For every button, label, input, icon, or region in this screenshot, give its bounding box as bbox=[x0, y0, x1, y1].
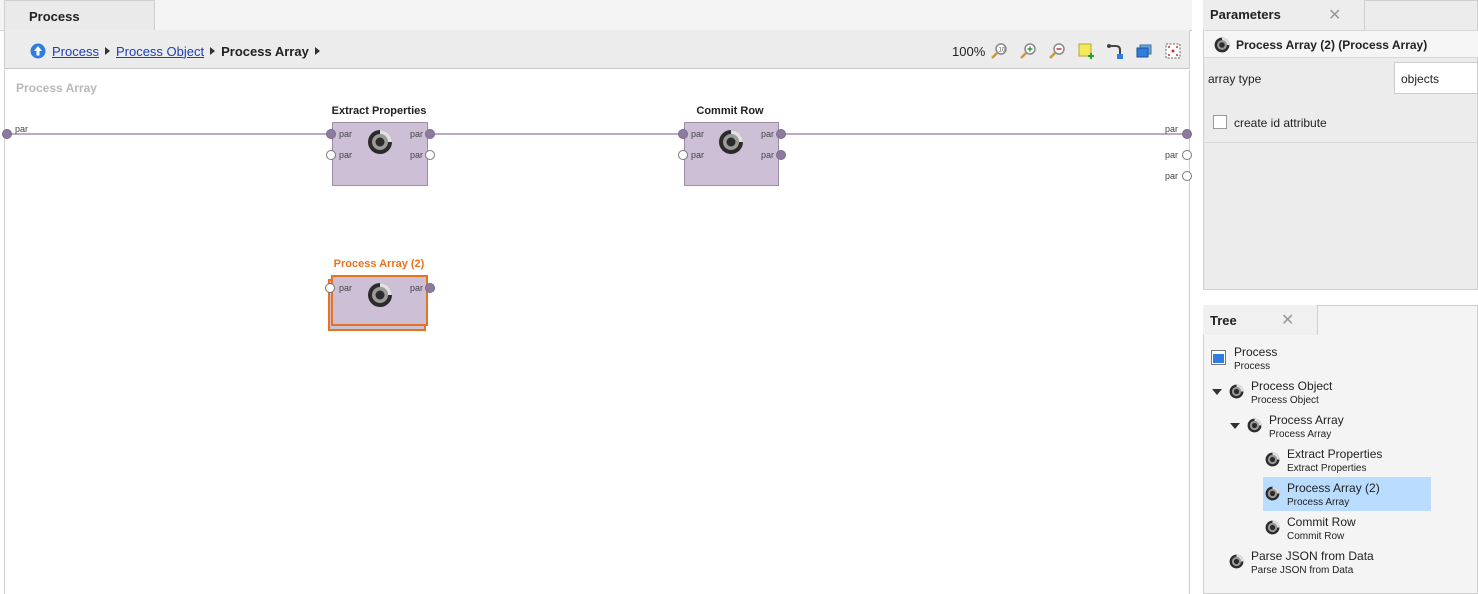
tree-item-subtitle: Process Array bbox=[1287, 497, 1350, 508]
operator-input-port[interactable] bbox=[325, 283, 335, 293]
port-label: par bbox=[761, 150, 775, 160]
port-label: par bbox=[410, 150, 424, 160]
array-type-label: array type bbox=[1208, 72, 1262, 86]
operator-gear-icon bbox=[1214, 37, 1230, 53]
tree-item-name: Process Object bbox=[1251, 379, 1333, 393]
port-label: par bbox=[1165, 124, 1179, 134]
operator-output-port[interactable] bbox=[776, 150, 786, 160]
operator-title-commit-row: Commit Row bbox=[696, 105, 764, 117]
port-label: par bbox=[1165, 150, 1179, 160]
operator-gear-icon bbox=[1265, 520, 1280, 535]
tree-item-subtitle: Commit Row bbox=[1287, 531, 1345, 542]
operator-gear-icon bbox=[1265, 452, 1280, 467]
operator-gear-icon bbox=[1229, 384, 1244, 399]
operator-output-port[interactable] bbox=[425, 150, 435, 160]
close-icon[interactable]: ✕ bbox=[1328, 5, 1341, 25]
port-label: par bbox=[15, 124, 29, 134]
operator-gear-icon bbox=[1247, 418, 1262, 433]
tree-item-name: Process Array bbox=[1269, 413, 1344, 427]
port-label: par bbox=[339, 283, 353, 293]
operator-gear-icon bbox=[368, 130, 392, 154]
process-icon bbox=[1211, 350, 1226, 365]
parameters-operator-name: Process Array (2) (Process Array) bbox=[1236, 38, 1428, 52]
process-output-port[interactable] bbox=[1182, 150, 1192, 160]
operator-output-port[interactable] bbox=[425, 129, 435, 139]
operator-output-port[interactable] bbox=[776, 129, 786, 139]
port-label: par bbox=[691, 129, 705, 139]
tree-item-process[interactable]: Process Process bbox=[1210, 345, 1410, 375]
port-label: par bbox=[691, 150, 705, 160]
tree-item-process-array[interactable]: Process Array Process Array bbox=[1246, 413, 1446, 443]
operator-input-port[interactable] bbox=[678, 150, 688, 160]
tree-item-name: Process Array (2) bbox=[1287, 481, 1380, 495]
operator-gear-icon bbox=[368, 283, 392, 307]
connection-lines bbox=[8, 133, 1184, 135]
array-type-select[interactable]: objects bbox=[1394, 62, 1478, 94]
tree-item-name: Parse JSON from Data bbox=[1251, 549, 1374, 563]
tree-item-process-object[interactable]: Process Object Process Object bbox=[1228, 379, 1428, 409]
operator-input-port[interactable] bbox=[678, 129, 688, 139]
parameters-tab-label: Parameters bbox=[1210, 7, 1281, 22]
port-label: par bbox=[410, 129, 424, 139]
operator-title-process-array-2: Process Array (2) bbox=[333, 258, 425, 270]
tree-item-subtitle: Parse JSON from Data bbox=[1251, 565, 1354, 576]
create-id-attribute-checkbox[interactable] bbox=[1213, 115, 1227, 129]
collapse-chevron-icon[interactable] bbox=[1212, 389, 1222, 395]
process-input-port[interactable] bbox=[2, 129, 12, 139]
create-id-attribute-label: create id attribute bbox=[1234, 116, 1327, 130]
port-label: par bbox=[1165, 171, 1179, 181]
tree-item-subtitle: Extract Properties bbox=[1287, 463, 1367, 474]
operator-title-extract-properties: Extract Properties bbox=[331, 105, 427, 117]
tree-item-subtitle: Process Object bbox=[1251, 395, 1319, 406]
parameters-header: Process Array (2) (Process Array) bbox=[1204, 30, 1478, 58]
collapse-chevron-icon[interactable] bbox=[1230, 423, 1240, 429]
tree-item-name: Extract Properties bbox=[1287, 447, 1383, 461]
tree-item-parse-json-from-data[interactable]: Parse JSON from Data Parse JSON from Dat… bbox=[1228, 549, 1428, 579]
operator-gear-icon bbox=[719, 130, 743, 154]
port-label: par bbox=[761, 129, 775, 139]
port-label: par bbox=[339, 150, 353, 160]
tab-parameters[interactable]: Parameters ✕ bbox=[1203, 0, 1365, 30]
process-output-port[interactable] bbox=[1182, 171, 1192, 181]
tree-item-subtitle: Process bbox=[1234, 361, 1271, 372]
tree-tab-label: Tree bbox=[1210, 313, 1237, 328]
operator-gear-icon bbox=[1229, 554, 1244, 569]
tree-item-name: Process bbox=[1234, 345, 1278, 359]
operator-input-port[interactable] bbox=[326, 150, 336, 160]
operator-gear-icon bbox=[1265, 486, 1280, 501]
port-label: par bbox=[410, 283, 424, 293]
operator-output-port[interactable] bbox=[425, 283, 435, 293]
port-label: par bbox=[339, 129, 353, 139]
process-output-port[interactable] bbox=[1182, 129, 1192, 139]
tree-item-extract-properties[interactable]: Extract Properties Extract Properties bbox=[1264, 447, 1430, 477]
tree-item-commit-row[interactable]: Commit Row Commit Row bbox=[1264, 515, 1430, 545]
close-icon[interactable]: ✕ bbox=[1281, 310, 1294, 330]
tree-item-name: Commit Row bbox=[1287, 515, 1356, 529]
tree-item-process-array-2[interactable]: Process Array (2) Process Array bbox=[1263, 477, 1431, 511]
tree-item-subtitle: Process Array bbox=[1269, 429, 1332, 440]
tab-tree[interactable]: Tree ✕ bbox=[1203, 305, 1318, 335]
operator-input-port[interactable] bbox=[326, 129, 336, 139]
